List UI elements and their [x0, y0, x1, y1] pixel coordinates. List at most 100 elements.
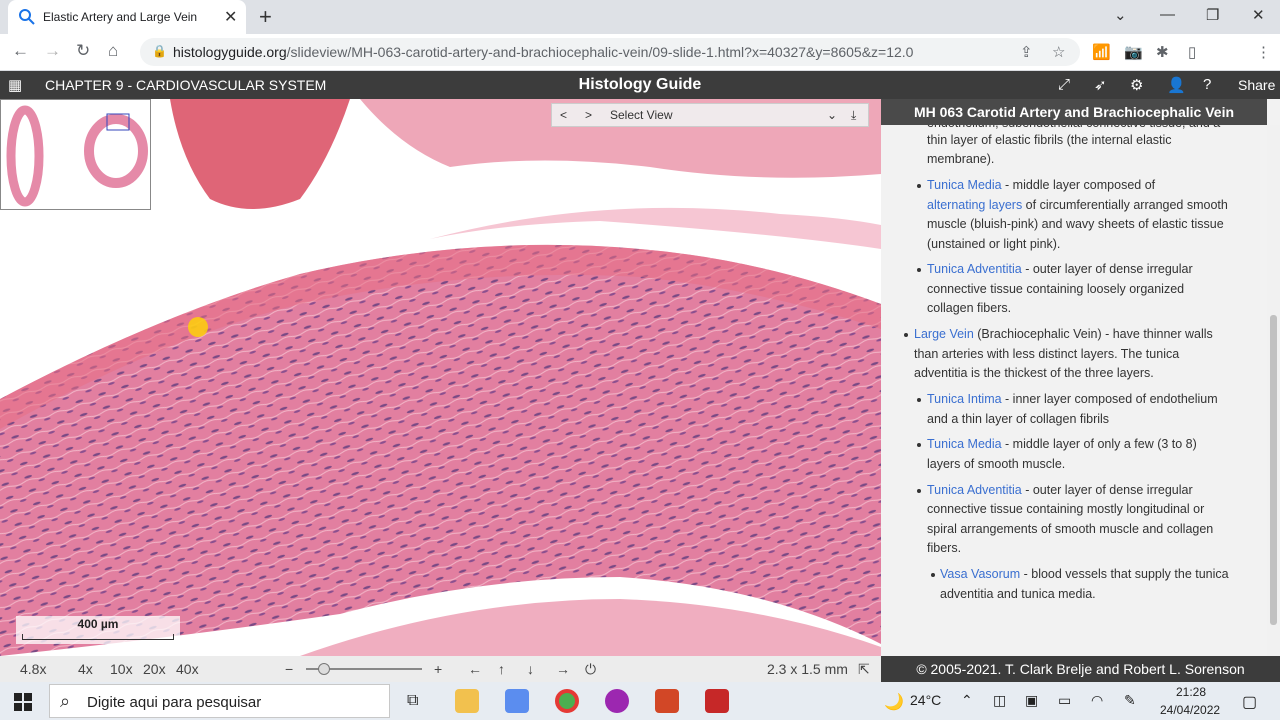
- minimize-icon[interactable]: —: [1160, 6, 1175, 23]
- select-view-label: Select View: [610, 108, 673, 122]
- chrome-icon[interactable]: [555, 689, 579, 713]
- close-tab-icon[interactable]: ✕: [224, 7, 237, 27]
- select-view-dropdown[interactable]: < > Select View ⌄ ⤓: [551, 103, 869, 127]
- zoom-in-icon[interactable]: +: [434, 661, 442, 677]
- wifi-icon[interactable]: ◠: [1091, 692, 1103, 709]
- reload-icon[interactable]: ↻: [76, 41, 90, 61]
- pointer-tool-icon[interactable]: ➶: [1094, 76, 1107, 94]
- vasa-vasorum-link[interactable]: Vasa Vasorum: [940, 567, 1020, 581]
- browser-tab-strip: Elastic Artery and Large Vein ✕ + ⌄ — ❐ …: [0, 0, 1280, 34]
- intima-text-line: membrane).: [927, 152, 995, 166]
- browser-tab[interactable]: Elastic Artery and Large Vein ✕: [8, 0, 246, 34]
- thumbnail-image: [6, 105, 148, 207]
- large-vein-line: than arteries with less distinct layers.…: [914, 347, 1180, 361]
- taskbar-search-placeholder: Digite aqui para pesquisar: [87, 694, 262, 711]
- download-icon[interactable]: ⤓: [851, 108, 856, 123]
- tunica-media-link[interactable]: Tunica Media: [927, 437, 1002, 451]
- search-icon: [19, 9, 35, 25]
- windows-taskbar: ⌕ Digite aqui para pesquisar ⧉ 🌙 24°C ⌃ …: [0, 682, 1280, 720]
- share-page-icon[interactable]: ⇪: [1020, 43, 1033, 61]
- settings-gear-icon[interactable]: ⚙: [1130, 76, 1143, 94]
- clock-time[interactable]: 21:28: [1176, 685, 1206, 699]
- bullet: [931, 573, 935, 577]
- tunica-adventitia-link[interactable]: Tunica Adventitia: [927, 483, 1022, 497]
- pan-down-icon[interactable]: ↓: [527, 661, 534, 677]
- windows-start-icon[interactable]: [14, 693, 32, 711]
- tunica-adventitia-link[interactable]: Tunica Adventitia: [927, 262, 1022, 276]
- pen-icon[interactable]: ✎: [1124, 692, 1136, 709]
- site-title: Histology Guide: [578, 76, 702, 93]
- zoom-slider-handle[interactable]: [318, 663, 331, 675]
- extensions-icon[interactable]: ✱: [1156, 43, 1169, 61]
- vein-media-line: layers of smooth muscle.: [927, 457, 1066, 471]
- snipping-tool-icon[interactable]: [705, 689, 729, 713]
- artery-adventitia-item: Tunica Adventitia - outer layer of dense…: [927, 262, 1193, 276]
- side-panel-icon[interactable]: ▯: [1188, 43, 1196, 61]
- intima-text-line: thin layer of elastic fibrils (the inter…: [927, 133, 1172, 147]
- weather-moon-icon[interactable]: 🌙: [884, 692, 904, 712]
- zoom-4x-button[interactable]: 4x: [78, 661, 93, 677]
- scrollbar-thumb[interactable]: [1270, 315, 1277, 625]
- user-icon[interactable]: 👤: [1167, 76, 1186, 94]
- slide-thumbnail[interactable]: [0, 99, 151, 210]
- zoom-20x-button[interactable]: 20x: [143, 661, 166, 677]
- next-view-icon[interactable]: >: [585, 108, 592, 122]
- large-vein-link[interactable]: Large Vein: [914, 327, 974, 341]
- zoom-10x-button[interactable]: 10x: [110, 661, 133, 677]
- vein-adventitia-item: Tunica Adventitia - outer layer of dense…: [927, 483, 1193, 497]
- address-bar[interactable]: 🔒 histologyguide.org/slideview/MH-063-ca…: [140, 38, 1080, 66]
- chevron-down-icon[interactable]: ⌄: [827, 108, 837, 122]
- battery-icon[interactable]: ▭: [1058, 692, 1071, 709]
- pan-up-icon[interactable]: ↑: [498, 661, 505, 677]
- reset-view-icon[interactable]: ⏻: [585, 661, 596, 678]
- slide-viewer[interactable]: < > Select View ⌄ ⤓ 400 µm: [0, 99, 881, 656]
- zoom-40x-button[interactable]: 40x: [176, 661, 199, 677]
- powerpoint-icon[interactable]: [655, 689, 679, 713]
- settings-app-icon[interactable]: [505, 689, 529, 713]
- new-tab-icon[interactable]: +: [259, 4, 272, 30]
- action-center-icon[interactable]: ▢: [1242, 692, 1257, 712]
- help-icon[interactable]: ?: [1203, 76, 1211, 93]
- more-menu-icon[interactable]: ⋮: [1256, 43, 1271, 61]
- pan-right-icon[interactable]: →: [556, 661, 570, 677]
- photos-app-icon[interactable]: [605, 689, 629, 713]
- lock-icon: 🔒: [152, 44, 167, 58]
- zoom-slider[interactable]: [306, 663, 422, 675]
- restore-icon[interactable]: ❐: [1206, 6, 1219, 24]
- pan-left-icon[interactable]: ←: [468, 661, 482, 677]
- task-view-icon[interactable]: ⧉: [407, 692, 418, 710]
- bullet: [917, 443, 921, 447]
- forward-icon[interactable]: →: [44, 41, 61, 61]
- temperature[interactable]: 24°C: [910, 692, 941, 708]
- home-icon[interactable]: ⌂: [108, 41, 118, 61]
- scale-bar-label: 400 µm: [77, 617, 119, 631]
- meet-now-icon[interactable]: ◫: [993, 692, 1006, 709]
- fullscreen-icon[interactable]: ⤢: [1058, 76, 1070, 93]
- bullet: [904, 333, 908, 337]
- panel-title: MH 063 Carotid Artery and Brachiocephali…: [881, 99, 1267, 125]
- back-icon[interactable]: ←: [12, 41, 29, 61]
- artery-adventitia-line: connective tissue containing loosely org…: [927, 282, 1185, 296]
- camera-extension-icon[interactable]: 📷: [1124, 43, 1143, 61]
- notification-app-icon[interactable]: ▣: [1025, 692, 1038, 709]
- tunica-media-link[interactable]: Tunica Media: [927, 178, 1002, 192]
- share-button[interactable]: Share: [1238, 77, 1275, 93]
- zoom-out-icon[interactable]: −: [285, 661, 293, 677]
- tab-search-chevron-icon[interactable]: ⌄: [1114, 6, 1127, 24]
- vein-adventitia-line: spiral arrangements of smooth muscle and…: [927, 522, 1214, 536]
- prev-view-icon[interactable]: <: [560, 108, 567, 122]
- field-size: 2.3 x 1.5 mm: [767, 661, 848, 677]
- taskbar-search[interactable]: ⌕ Digite aqui para pesquisar: [49, 684, 390, 718]
- clock-date[interactable]: 24/04/2022: [1160, 703, 1220, 717]
- close-window-icon[interactable]: ✕: [1252, 6, 1265, 24]
- bullet: [917, 268, 921, 272]
- file-explorer-icon[interactable]: [455, 689, 479, 713]
- tray-chevron-icon[interactable]: ⌃: [961, 692, 973, 709]
- signal-extension-icon[interactable]: 📶: [1092, 43, 1111, 61]
- collapse-arrow-icon[interactable]: ⇱: [858, 661, 870, 678]
- bookmark-star-icon[interactable]: ☆: [1052, 43, 1065, 61]
- tunica-intima-link[interactable]: Tunica Intima: [927, 392, 1002, 406]
- panel-scrollbar[interactable]: [1267, 125, 1280, 656]
- bullet: [917, 184, 921, 188]
- alternating-layers-link[interactable]: alternating layers: [927, 198, 1022, 212]
